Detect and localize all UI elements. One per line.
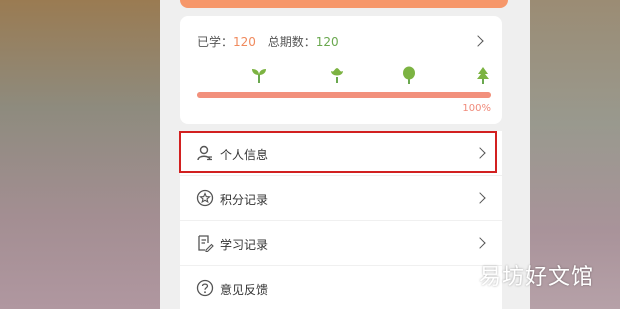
menu-item-label: 学习记录	[220, 238, 269, 252]
header-bar	[180, 0, 508, 8]
bud-icon	[331, 68, 343, 83]
notebook-edit-icon	[198, 235, 214, 252]
menu-item-label: 意见反馈	[220, 283, 269, 297]
question-circle-icon	[196, 279, 214, 297]
total-value: 120	[315, 35, 339, 49]
background-left	[0, 0, 160, 309]
sprout-icon	[252, 69, 266, 83]
progress-card[interactable]: 已学：120 总期数：120 100%	[180, 16, 502, 124]
chevron-right-icon[interactable]	[472, 35, 484, 47]
watermark: 易坊好文馆	[478, 265, 594, 290]
progress-bar-fill	[197, 92, 491, 98]
menu-item-study-record[interactable]: 学习记录	[180, 221, 502, 266]
menu-item-label: 积分记录	[220, 193, 269, 207]
pine-tree-icon	[477, 67, 489, 84]
menu-item-points-record[interactable]: 积分记录	[180, 176, 502, 221]
chevron-right-icon	[474, 237, 486, 249]
star-badge-icon	[196, 189, 214, 207]
total-label: 总期数：	[267, 35, 316, 49]
learned-value: 120	[233, 35, 256, 49]
progress-stats: 已学：120 总期数：120	[197, 33, 339, 50]
menu-item-feedback[interactable]: 意见反馈	[180, 266, 502, 309]
learned-label: 已学：	[197, 35, 234, 49]
tree-icon	[403, 66, 415, 84]
highlight-box	[179, 131, 497, 173]
progress-percent: 100%	[462, 103, 491, 114]
progress-bar	[197, 92, 491, 98]
chevron-right-icon	[474, 192, 486, 204]
growth-stages	[180, 66, 502, 84]
